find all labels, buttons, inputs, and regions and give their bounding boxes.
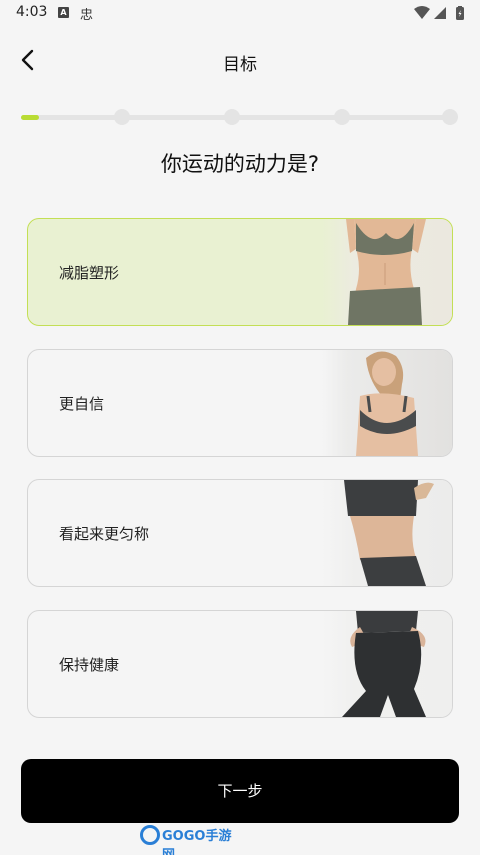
- option-label: 保持健康: [59, 656, 120, 674]
- status-time: 4:03: [16, 4, 48, 20]
- option-photo-athletic-torso: [322, 480, 452, 586]
- question-heading: 你运动的动力是?: [160, 152, 320, 176]
- notification-a-icon: A: [58, 7, 69, 18]
- option-photo-toned-abs: [322, 219, 452, 325]
- notification-app-icon: 忠: [80, 8, 94, 23]
- progress-fill: [21, 115, 39, 120]
- progress-dot-4: [334, 109, 350, 125]
- option-stay-healthy[interactable]: 保持健康: [27, 610, 453, 718]
- option-photo-woman-sports-bra: [322, 350, 452, 456]
- progress-stepper: [21, 108, 461, 126]
- watermark-text: GOGO手游网: [162, 829, 232, 855]
- option-fat-loss[interactable]: 减脂塑形: [27, 218, 453, 326]
- cellular-signal-icon: [434, 7, 446, 19]
- progress-dot-2: [114, 109, 130, 125]
- status-bar: 4:03 A 忠: [0, 0, 480, 28]
- battery-icon: [456, 6, 464, 20]
- page-title: 目标: [223, 55, 257, 75]
- wifi-icon: [414, 6, 430, 19]
- option-label: 减脂塑形: [59, 264, 120, 282]
- option-label: 看起来更匀称: [59, 525, 150, 543]
- gogo-logo-icon: [140, 825, 160, 845]
- option-photo-leggings-pose: [322, 611, 452, 717]
- system-status-icons: [414, 6, 464, 20]
- next-button[interactable]: 下一步: [21, 759, 459, 823]
- progress-dot-3: [224, 109, 240, 125]
- top-navigation-bar: 目标: [0, 40, 480, 80]
- option-look-balanced[interactable]: 看起来更匀称: [27, 479, 453, 587]
- progress-dot-5: [442, 109, 458, 125]
- option-more-confident[interactable]: 更自信: [27, 349, 453, 457]
- option-label: 更自信: [59, 395, 105, 413]
- watermark: GOGO手游网: [140, 823, 240, 855]
